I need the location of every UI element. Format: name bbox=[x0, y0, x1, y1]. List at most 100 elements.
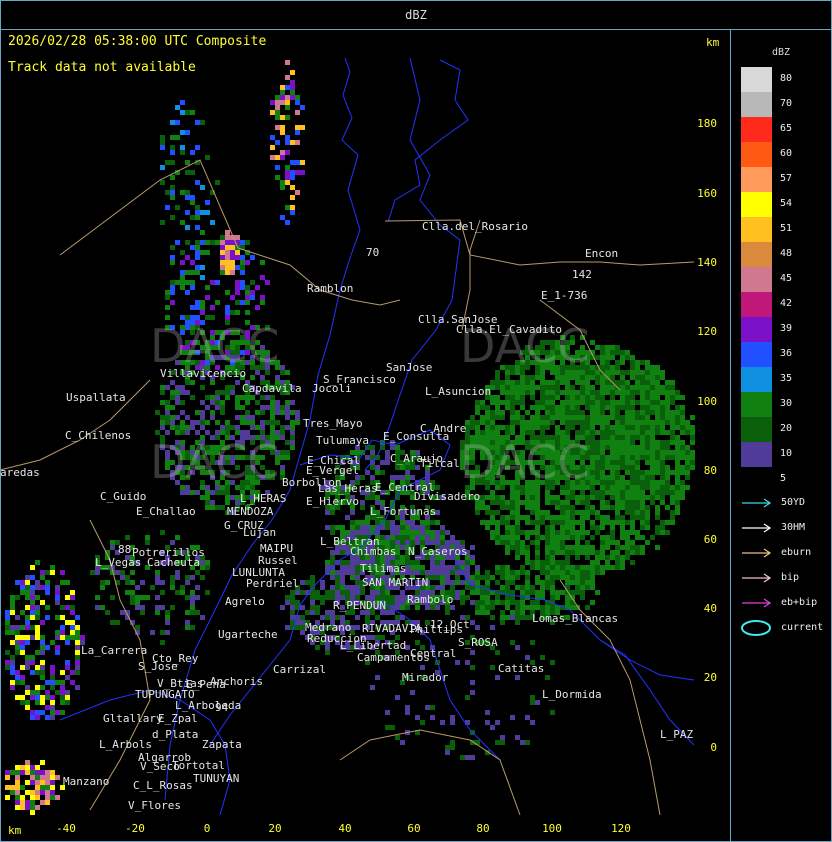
y-tick: 140 bbox=[697, 256, 717, 269]
track-legend-label: eburn bbox=[781, 547, 812, 558]
legend-level-label: 54 bbox=[780, 198, 793, 209]
place-label: L_PAZ bbox=[660, 728, 693, 741]
place-label: SanJose bbox=[386, 361, 432, 374]
place-label: Divisadero bbox=[414, 490, 480, 503]
y-tick: 80 bbox=[703, 464, 717, 477]
place-label: Tilcal bbox=[420, 457, 460, 470]
place-label: Jocoli bbox=[312, 382, 352, 395]
y-tick: 0 bbox=[710, 741, 717, 754]
x-tick: -40 bbox=[56, 822, 76, 835]
legend-level-label: 45 bbox=[780, 273, 793, 284]
place-label: Tulumaya bbox=[316, 434, 369, 447]
timestamp: 2026/02/28 05:38:00 UTC Composite bbox=[8, 34, 267, 49]
y-tick: 60 bbox=[703, 533, 717, 546]
current-ellipse-icon bbox=[741, 620, 771, 636]
track-arrow-icon bbox=[742, 598, 772, 608]
legend-swatch bbox=[741, 92, 772, 117]
place-label: Tortotal bbox=[172, 759, 225, 772]
legend-level-label: 42 bbox=[780, 298, 793, 309]
place-label: L_Arboleda bbox=[175, 699, 241, 712]
place-label: Catitas bbox=[498, 662, 544, 675]
place-label: S_ROSA bbox=[458, 636, 498, 649]
unit-label-top: km bbox=[706, 36, 720, 49]
place-label: Zapata bbox=[202, 738, 242, 751]
place-label: Mirador bbox=[402, 671, 449, 684]
x-tick: 40 bbox=[338, 822, 352, 835]
legend-level-label: 60 bbox=[780, 148, 793, 159]
legend-swatch bbox=[741, 417, 772, 442]
place-label: 142 bbox=[572, 268, 592, 281]
place-label: SAN MARTIN bbox=[362, 576, 428, 589]
legend-level-label: 51 bbox=[780, 223, 793, 234]
legend-swatch bbox=[741, 192, 772, 217]
legend-swatch bbox=[741, 292, 772, 317]
legend-swatch bbox=[741, 167, 772, 192]
place-label: C_Chilenos bbox=[65, 429, 131, 442]
x-tick: 120 bbox=[611, 822, 631, 835]
legend-swatch bbox=[741, 442, 772, 467]
place-label: Phillips bbox=[410, 623, 463, 636]
legend-level-label: 20 bbox=[780, 423, 793, 434]
place-label: Clla.del_Rosario bbox=[422, 220, 528, 233]
legend-swatch bbox=[741, 67, 772, 92]
place-label: Chimbas bbox=[350, 545, 396, 558]
legend-level-label: 57 bbox=[780, 173, 793, 184]
track-arrow-icon bbox=[742, 573, 772, 583]
place-label: R_PENDUN bbox=[333, 599, 386, 612]
track-arrow-icon bbox=[742, 498, 772, 508]
place-label: Central bbox=[410, 647, 456, 660]
place-label: d_Plata bbox=[152, 728, 198, 741]
y-tick: 100 bbox=[697, 395, 717, 408]
legend-level-label: 48 bbox=[780, 248, 793, 259]
place-label: S_Jose bbox=[138, 660, 178, 673]
place-label: E_Zpal bbox=[158, 712, 198, 725]
place-label: Agrelo bbox=[225, 595, 265, 608]
y-tick: 180 bbox=[697, 117, 717, 130]
place-label: aredas bbox=[0, 466, 40, 479]
place-label: Carrizal bbox=[273, 663, 326, 676]
place-label: Rambolo bbox=[407, 593, 453, 606]
legend-swatch bbox=[741, 367, 772, 392]
place-label: V_Flores bbox=[128, 799, 181, 812]
legend-swatch bbox=[741, 342, 772, 367]
place-label: Ramblon bbox=[307, 282, 353, 295]
legend-swatch bbox=[741, 217, 772, 242]
legend-level-label: 70 bbox=[780, 98, 793, 109]
place-label: L_Fortunas bbox=[370, 505, 436, 518]
legend-swatch bbox=[741, 242, 772, 267]
track-arrow-icon bbox=[742, 548, 772, 558]
place-label: C_Andre bbox=[420, 422, 466, 435]
x-tick: 80 bbox=[476, 822, 490, 835]
legend-level-label: 39 bbox=[780, 323, 793, 334]
x-tick: 0 bbox=[203, 822, 211, 835]
place-label: Las_Heras bbox=[318, 482, 378, 495]
place-label: 94 bbox=[215, 701, 229, 714]
track-status: Track data not available bbox=[8, 60, 196, 75]
place-label: L_Vegas bbox=[95, 556, 141, 569]
unit-label-bottom: km bbox=[8, 824, 22, 837]
place-label: C_Guido bbox=[100, 490, 146, 503]
place-label: L_HERAS bbox=[240, 492, 286, 505]
x-tick: 100 bbox=[542, 822, 562, 835]
place-label: Clla.El_Cavadito bbox=[456, 323, 562, 336]
place-label: Tres_Mayo bbox=[303, 417, 363, 430]
place-label: Encon bbox=[585, 247, 618, 260]
place-label: Cacheuta bbox=[147, 556, 200, 569]
y-tick: 160 bbox=[697, 187, 717, 200]
y-tick: 20 bbox=[703, 671, 717, 684]
place-label: TUNUYAN bbox=[193, 772, 239, 785]
place-label: Lujan bbox=[243, 526, 276, 539]
track-legend-label: bip bbox=[781, 572, 800, 583]
legend-swatch bbox=[741, 467, 772, 492]
track-legend-label: eb+bip bbox=[781, 597, 818, 608]
place-label: L_Asuncion bbox=[425, 385, 491, 398]
place-label: Villavicencio bbox=[160, 367, 246, 380]
legend-level-label: 80 bbox=[780, 73, 793, 84]
watermark: DACC bbox=[150, 435, 280, 489]
place-label: E_Hiervo bbox=[306, 495, 359, 508]
place-label: C_L_Rosas bbox=[133, 779, 193, 792]
legend-level-label: 35 bbox=[780, 373, 793, 384]
legend-swatch bbox=[741, 267, 772, 292]
place-label: Manzano bbox=[63, 775, 109, 788]
place-label: E_1-736 bbox=[541, 289, 587, 302]
